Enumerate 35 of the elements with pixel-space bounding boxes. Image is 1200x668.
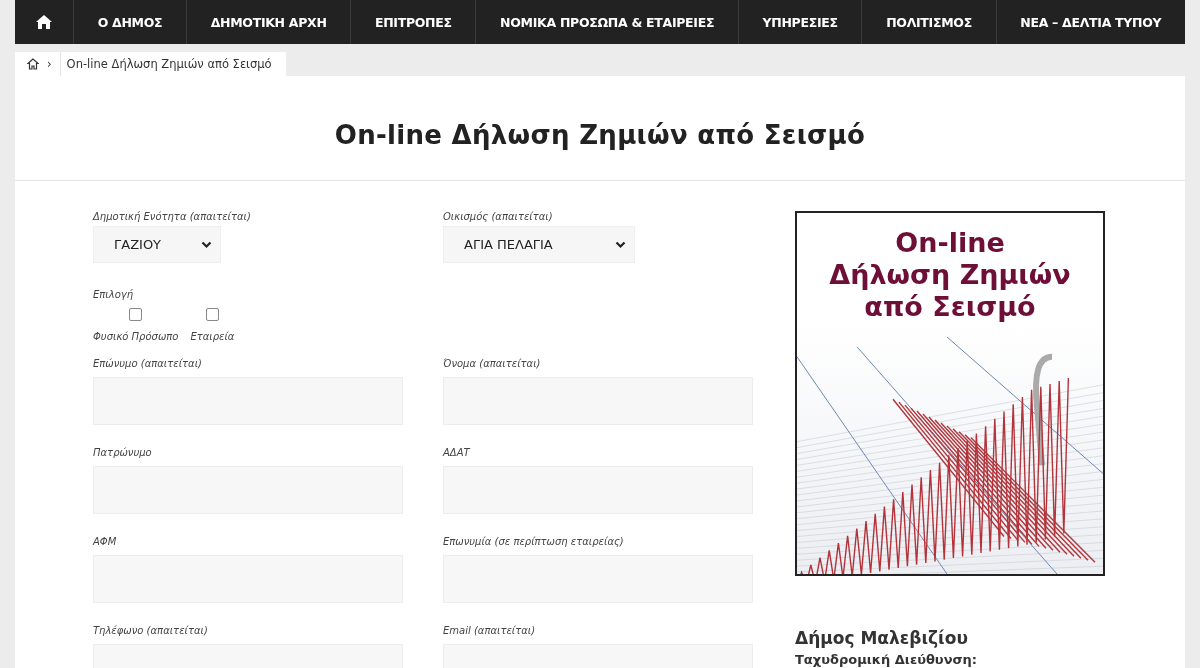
nav-link[interactable]: ΝΕΑ – ΔΕΛΤΙΑ ΤΥΠΟΥ <box>996 0 1185 44</box>
field-label: Τηλέφωνο (απαιτείται) <box>93 625 209 636</box>
address-label: Ταχυδρομική Διεύθυνση: <box>795 652 979 667</box>
dropdown-select[interactable]: ΓΑΖΙΟΥ <box>93 226 221 263</box>
banner-text: από Σεισμό <box>864 291 1036 323</box>
checkbox[interactable] <box>129 308 143 321</box>
nav-link[interactable]: ΠΟΛΙΤΙΣΜΟΣ <box>862 0 997 44</box>
field-label: Επώνυμο (απαιτείται) <box>93 358 203 369</box>
field-label: Πατρώνυμο <box>93 447 153 458</box>
nav-link[interactable]: ΔΗΜΟΤΙΚΗ ΑΡΧΗ <box>187 0 352 44</box>
chevron-down-icon <box>201 240 212 249</box>
home-icon[interactable] <box>27 58 39 70</box>
checkbox-label: Εταιρεία <box>190 331 235 342</box>
chevron-down-icon <box>615 240 626 249</box>
field-label: Οικισμός (απαιτείται) <box>443 211 554 222</box>
field-label: Email (απαιτείται) <box>443 625 537 636</box>
field-label: Επιλογή <box>93 289 133 300</box>
field-label: ΑΦΜ <box>93 536 118 547</box>
home-icon <box>35 14 53 30</box>
banner-text: On-line <box>895 227 1005 259</box>
field-label: Επωνυμία (σε περίπτωση εταιρείας) <box>443 536 625 547</box>
nav-link[interactable]: Ο ΔΗΜΟΣ <box>74 0 187 44</box>
dropdown-select[interactable]: ΑΓΙΑ ΠΕΛΑΓΙΑ <box>443 226 635 263</box>
nav-link[interactable]: ΕΠΙΤΡΟΠΕΣ <box>351 0 477 44</box>
banner-text: Δήλωση Ζημιών <box>829 259 1071 291</box>
nav-link[interactable]: ΝΟΜΙΚΑ ΠΡΟΣΩΠΑ & ΕΤΑΙΡΕΙΕΣ <box>476 0 739 44</box>
organization-name: Δήμος Μαλεβιζίου <box>795 628 969 648</box>
field-label: Δημοτική Ενότητα (απαιτείται) <box>93 211 252 222</box>
field-label: Όνομα (απαιτείται) <box>443 358 542 369</box>
checkbox[interactable] <box>205 308 219 321</box>
nav-link[interactable]: ΥΠΗΡΕΣΙΕΣ <box>738 0 863 44</box>
breadcrumb-separator: › <box>47 57 52 71</box>
checkbox-label: Φυσικό Πρόσωπο <box>93 331 179 342</box>
page-title: On-line Δήλωση Ζημιών από Σεισμό <box>15 76 1185 181</box>
field-label: ΑΔΑΤ <box>443 447 472 458</box>
